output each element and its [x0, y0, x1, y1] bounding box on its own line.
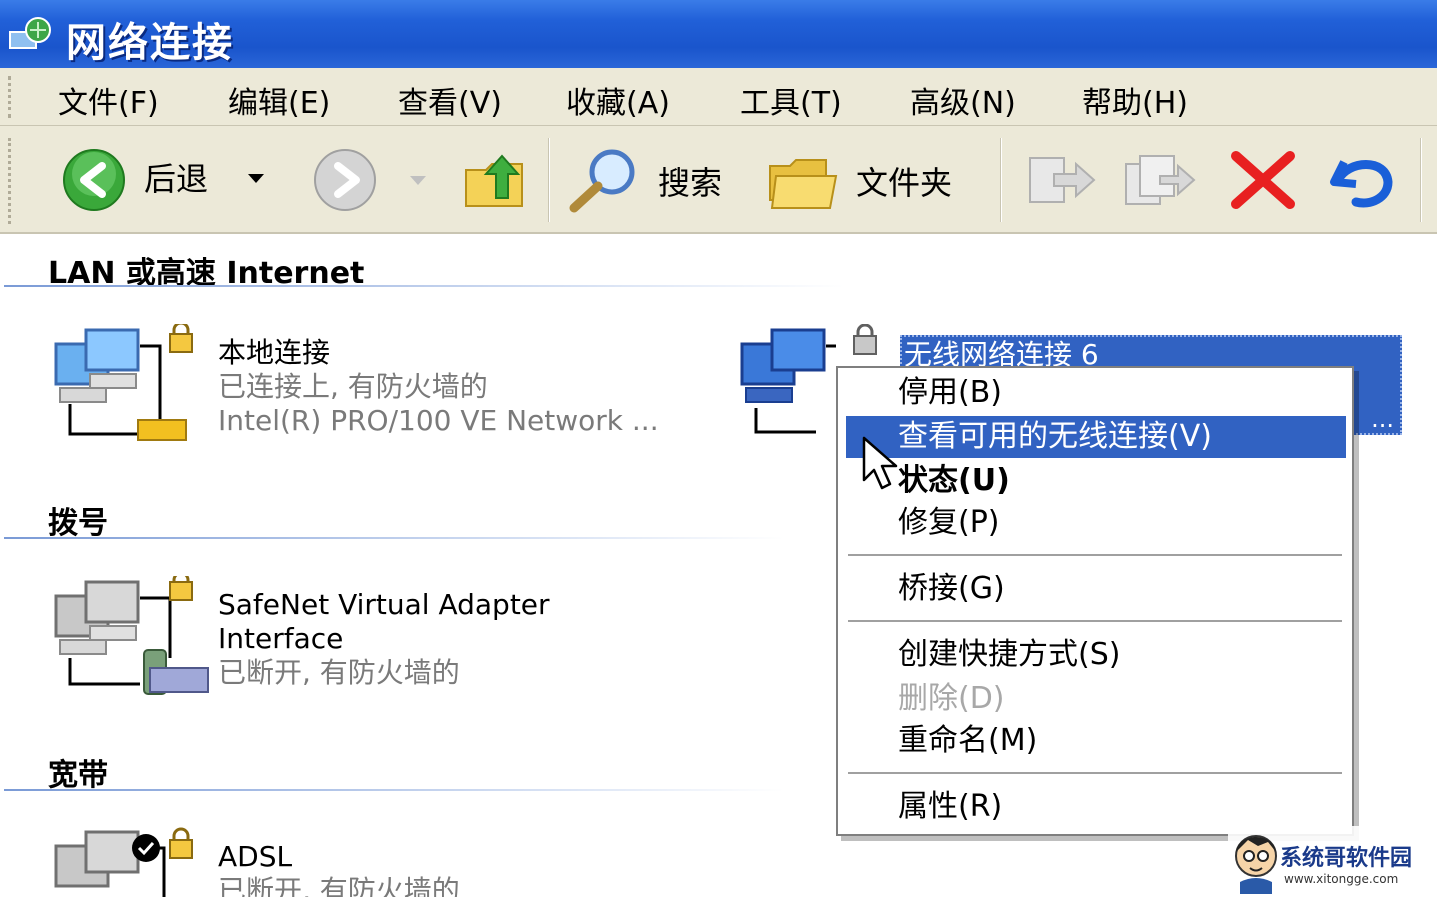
- menu-item-create-shortcut[interactable]: 创建快捷方式(S): [846, 634, 1346, 676]
- toolbar-separator: [548, 138, 550, 222]
- menu-separator: [848, 772, 1342, 774]
- group-header-broadband: 宽带: [48, 758, 108, 793]
- forward-dropdown-icon: [410, 176, 426, 185]
- menu-view[interactable]: 查看(V): [398, 78, 502, 122]
- forward-arrow-icon: [314, 149, 376, 211]
- folders-label: 文件夹: [856, 164, 953, 202]
- menu-advanced[interactable]: 高级(N): [910, 78, 1016, 122]
- watermark-mascot-icon: [1235, 835, 1277, 894]
- search-icon: [569, 149, 635, 213]
- group-divider: [4, 285, 844, 287]
- back-arrow-icon: [63, 149, 125, 211]
- window-title: 网络连接: [66, 20, 234, 66]
- connection-name: ADSL: [218, 840, 293, 873]
- folders-button[interactable]: 文件夹: [766, 148, 986, 212]
- menu-tools[interactable]: 工具(T): [740, 78, 842, 122]
- menu-item-view-wireless[interactable]: 查看可用的无线连接(V): [846, 416, 1346, 458]
- menu-edit[interactable]: 编辑(E): [228, 78, 330, 122]
- connection-device: ...: [1371, 405, 1394, 433]
- folders-icon: [769, 159, 838, 209]
- back-button[interactable]: 后退: [54, 146, 284, 214]
- watermark-url: www.xitongge.com: [1284, 872, 1399, 886]
- up-folder-icon[interactable]: [462, 146, 530, 212]
- menu-help[interactable]: 帮助(H): [1082, 78, 1188, 122]
- move-to-icon[interactable]: [1024, 148, 1098, 212]
- menu-item-disable[interactable]: 停用(B): [846, 372, 1346, 414]
- search-label: 搜索: [658, 164, 723, 202]
- group-divider: [4, 789, 784, 791]
- network-connections-icon: [9, 17, 51, 49]
- toolbar-separator: [1000, 138, 1002, 222]
- connection-name-line1: SafeNet Virtual Adapter: [218, 588, 550, 621]
- dialup-connection-icon[interactable]: [50, 576, 210, 704]
- back-label: 后退: [144, 160, 209, 198]
- adsl-connection[interactable]: ADSL 已断开, 有防火墙的: [218, 840, 718, 897]
- menu-item-properties[interactable]: 属性(R): [846, 786, 1346, 828]
- delete-icon[interactable]: [1226, 148, 1300, 212]
- search-button[interactable]: 搜索: [566, 146, 746, 214]
- connection-status: 已连接上, 有防火墙的: [218, 370, 488, 403]
- menu-favorites[interactable]: 收藏(A): [566, 78, 670, 122]
- copy-to-icon[interactable]: [1120, 148, 1200, 212]
- menu-item-bridge[interactable]: 桥接(G): [846, 568, 1346, 610]
- group-header-dialup: 拨号: [48, 506, 108, 541]
- menu-item-status[interactable]: 状态(U): [846, 460, 1346, 502]
- broadband-connection-icon[interactable]: [50, 826, 210, 897]
- connection-status: 已断开, 有防火墙的: [218, 874, 460, 897]
- forward-button[interactable]: [308, 148, 438, 212]
- mouse-cursor-icon: [862, 436, 898, 490]
- toolbar-separator: [1420, 138, 1422, 222]
- menu-separator: [848, 554, 1342, 556]
- menubar-grip[interactable]: [8, 76, 18, 118]
- title-bar[interactable]: 网络连接: [0, 0, 1437, 68]
- chevron-down-icon[interactable]: [246, 172, 266, 186]
- context-menu: 停用(B) 查看可用的无线连接(V) 状态(U) 修复(P) 桥接(G) 创建快…: [836, 366, 1354, 836]
- toolbar-grip[interactable]: [8, 138, 18, 224]
- connection-name-line2: Interface: [218, 622, 344, 655]
- connection-device: Intel(R) PRO/100 VE Network ...: [218, 404, 659, 437]
- menu-bar: 文件(F) 编辑(E) 查看(V) 收藏(A) 工具(T) 高级(N) 帮助(H…: [0, 68, 1437, 126]
- watermark-name: 系统哥软件园: [1280, 846, 1413, 871]
- local-connection[interactable]: 本地连接 已连接上, 有防火墙的 Intel(R) PRO/100 VE Net…: [218, 336, 718, 438]
- group-divider: [4, 537, 784, 539]
- menu-separator: [848, 620, 1342, 622]
- lan-connection-icon[interactable]: [50, 324, 210, 452]
- watermark: 系统哥软件园 www.xitongge.com: [1228, 826, 1437, 897]
- undo-icon[interactable]: [1326, 148, 1400, 212]
- connection-name: 本地连接: [218, 336, 331, 369]
- safenet-connection[interactable]: SafeNet Virtual Adapter Interface 已断开, 有…: [218, 588, 718, 690]
- menu-item-repair[interactable]: 修复(P): [846, 502, 1346, 544]
- connection-status: 已断开, 有防火墙的: [218, 656, 460, 689]
- menu-file[interactable]: 文件(F): [58, 78, 159, 122]
- menu-item-rename[interactable]: 重命名(M): [846, 720, 1346, 762]
- toolbar: 后退 搜索 文件夹: [0, 126, 1437, 234]
- menu-item-delete: 删除(D): [898, 681, 1005, 716]
